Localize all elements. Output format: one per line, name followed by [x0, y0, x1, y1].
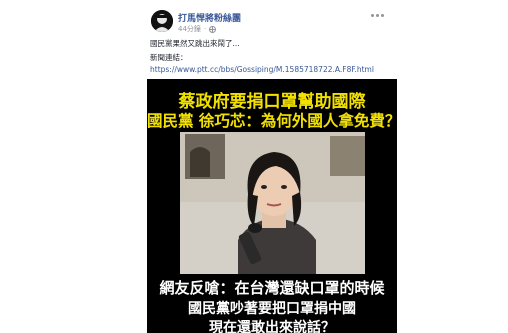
- separator-dot: ·: [203, 25, 207, 33]
- post-caption: 國民黨果然又跳出來鬧了...: [150, 39, 240, 48]
- speaker-photo: [180, 132, 365, 274]
- image-quote-line-3: 現在還敢出來說話？: [209, 320, 335, 333]
- post-image[interactable]: 蔡政府要捐口罩幫助國際 國民黨 徐巧芯：為何外國人拿免費？ 網友反嗆：在台灣還缺…: [147, 79, 397, 333]
- post-time[interactable]: 44分鐘: [178, 24, 201, 34]
- news-link[interactable]: https://www.ptt.cc/bbs/Gossiping/M.15857…: [150, 65, 374, 74]
- page-name-link[interactable]: 打馬悍將粉絲團: [178, 11, 241, 24]
- more-options-icon[interactable]: [367, 9, 387, 21]
- news-label: 新聞連結：: [150, 53, 188, 62]
- post-meta: 44分鐘 ·: [178, 24, 217, 34]
- facebook-post: 打馬悍將粉絲團 44分鐘 · 國民黨果然又跳出來鬧了... 新聞連結： http…: [0, 0, 508, 333]
- post-text: 國民黨果然又跳出來鬧了... 新聞連結： https://www.ptt.cc/…: [150, 38, 374, 76]
- image-subheadline: 國民黨 徐巧芯：為何外國人拿免費？: [147, 112, 397, 130]
- page-avatar[interactable]: [151, 10, 173, 32]
- globe-icon[interactable]: [209, 25, 217, 33]
- image-quote-line-1: 網友反嗆：在台灣還缺口罩的時候: [159, 279, 385, 297]
- image-quote-line-2: 國民黨吵著要把口罩捐中國: [188, 301, 356, 317]
